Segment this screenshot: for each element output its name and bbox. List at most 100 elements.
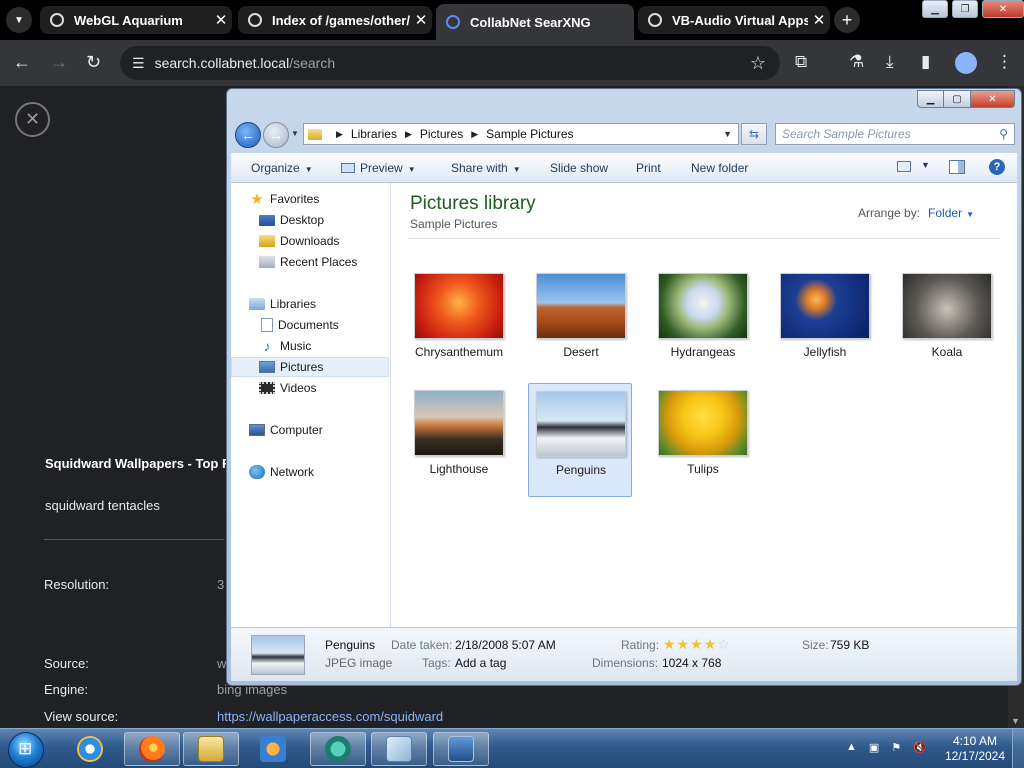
- reload-icon[interactable]: ↻: [86, 52, 101, 73]
- rating-star-icon[interactable]: ★: [704, 636, 718, 652]
- new-tab-button[interactable]: +: [834, 7, 860, 33]
- file-item[interactable]: Chrysanthemum: [407, 266, 511, 380]
- refresh-button[interactable]: ⇆: [741, 123, 767, 145]
- date-taken-value[interactable]: 2/18/2008 5:07 AM: [455, 638, 556, 652]
- file-item[interactable]: Hydrangeas: [651, 266, 755, 380]
- tab-search-button[interactable]: ▼: [6, 7, 32, 33]
- explorer-address-bar[interactable]: ▶ Libraries ▶ Pictures ▶ Sample Pictures…: [303, 123, 739, 145]
- taskbar-notepad[interactable]: [371, 732, 427, 766]
- menu-kebab-icon[interactable]: ⋮: [996, 52, 1013, 72]
- nav-pictures[interactable]: Pictures: [231, 357, 389, 377]
- arrange-folder-dropdown[interactable]: Folder: [928, 206, 962, 220]
- nav-music[interactable]: ♪ Music: [231, 336, 389, 356]
- preview-button[interactable]: Preview ▼: [341, 161, 416, 175]
- breadcrumb-arrow-icon[interactable]: ▶: [336, 129, 343, 140]
- rating-stars[interactable]: ★★★★☆: [663, 636, 731, 653]
- maximize-button[interactable]: ▢: [944, 90, 971, 108]
- address-bar[interactable]: ☰ search.collabnet.local/search ☆: [120, 46, 780, 80]
- rating-star-icon[interactable]: ★: [690, 636, 704, 652]
- nav-computer[interactable]: Computer: [231, 420, 389, 440]
- taskbar-media-app[interactable]: [310, 732, 366, 766]
- tab-vb-audio[interactable]: VB-Audio Virtual Apps ✕: [638, 6, 830, 34]
- tab-index-games[interactable]: Index of /games/other/ ✕: [238, 6, 432, 34]
- show-desktop-button[interactable]: [1012, 729, 1024, 768]
- search-icon[interactable]: ⚲: [999, 127, 1008, 141]
- forward-arrow-icon[interactable]: →: [50, 52, 68, 73]
- breadcrumb-arrow-icon[interactable]: ▶: [405, 129, 412, 140]
- chevron-down-icon[interactable]: ▼: [921, 160, 930, 170]
- restore-button[interactable]: ❐: [952, 0, 978, 18]
- recent-pages-dropdown-icon[interactable]: ▼: [291, 129, 299, 138]
- slide-show-button[interactable]: Slide show: [550, 161, 608, 175]
- extensions-icon[interactable]: ⧉: [795, 52, 807, 72]
- breadcrumb-sample-pictures[interactable]: Sample Pictures: [486, 127, 573, 141]
- taskbar-internet-explorer[interactable]: [62, 732, 118, 766]
- nav-network[interactable]: Network: [231, 462, 389, 482]
- download-icon[interactable]: ⤓: [886, 52, 894, 72]
- file-item[interactable]: Lighthouse: [407, 383, 511, 497]
- computer-icon: [249, 424, 265, 436]
- labs-flask-icon[interactable]: ⚗: [849, 52, 864, 72]
- nav-downloads[interactable]: Downloads: [231, 231, 389, 251]
- tags-value[interactable]: Add a tag: [455, 656, 506, 670]
- start-button[interactable]: [8, 732, 44, 768]
- taskbar-explorer[interactable]: [183, 732, 239, 766]
- volume-muted-icon[interactable]: 🔇: [913, 741, 927, 754]
- breadcrumb-pictures[interactable]: Pictures: [420, 127, 463, 141]
- view-source-link[interactable]: https://wallpaperaccess.com/squidward: [217, 709, 443, 724]
- file-item[interactable]: Tulips: [651, 383, 755, 497]
- back-button[interactable]: ←: [235, 122, 261, 148]
- system-clock[interactable]: 4:10 AM 12/17/2024: [940, 734, 1010, 764]
- close-icon[interactable]: ✕: [210, 11, 232, 29]
- close-detail-button[interactable]: ✕: [15, 102, 50, 137]
- back-arrow-icon[interactable]: ←: [13, 52, 31, 73]
- chevron-down-icon[interactable]: ▼: [723, 129, 732, 139]
- scroll-down-icon[interactable]: ▼: [1011, 716, 1020, 726]
- preview-pane-icon[interactable]: [949, 160, 965, 174]
- result-title[interactable]: Squidward Wallpapers - Top F: [45, 456, 230, 471]
- close-window-button[interactable]: ✕: [971, 90, 1015, 108]
- nav-desktop[interactable]: Desktop: [231, 210, 389, 230]
- forward-button[interactable]: →: [263, 122, 289, 148]
- nav-videos[interactable]: Videos: [231, 378, 389, 398]
- share-with-button[interactable]: Share with ▼: [451, 161, 521, 175]
- bookmark-star-icon[interactable]: ☆: [750, 53, 766, 74]
- change-view-icon[interactable]: [897, 161, 911, 172]
- profile-avatar[interactable]: [955, 52, 977, 74]
- close-icon[interactable]: ✕: [410, 11, 432, 29]
- rating-star-icon[interactable]: ★: [663, 636, 677, 652]
- action-center-flag-icon[interactable]: ⚑: [891, 741, 901, 754]
- minimize-button[interactable]: ▁: [922, 0, 948, 18]
- nav-favorites[interactable]: ★ Favorites: [231, 189, 389, 209]
- file-item[interactable]: Jellyfish: [773, 266, 877, 380]
- rating-star-icon[interactable]: ★: [677, 636, 691, 652]
- taskbar-media-player[interactable]: [245, 732, 301, 766]
- close-window-button[interactable]: ✕: [982, 0, 1024, 18]
- organize-button[interactable]: Organize ▼: [251, 161, 313, 175]
- rating-star-icon[interactable]: ☆: [717, 636, 731, 652]
- tab-webgl-aquarium[interactable]: WebGL Aquarium ✕: [40, 6, 232, 34]
- nav-documents[interactable]: Documents: [231, 315, 389, 335]
- nav-recent-places[interactable]: Recent Places: [231, 252, 389, 272]
- network-tray-icon[interactable]: ▣: [869, 741, 879, 754]
- close-icon[interactable]: ✕: [808, 11, 830, 29]
- new-folder-button[interactable]: New folder: [691, 161, 748, 175]
- file-item[interactable]: Desert: [529, 266, 633, 380]
- tab-collabnet-searxng[interactable]: CollabNet SearXNG: [436, 4, 634, 40]
- tab-label: WebGL Aquarium: [74, 12, 183, 28]
- chevron-down-icon[interactable]: ▼: [966, 210, 974, 219]
- site-info-icon[interactable]: ☰: [132, 55, 145, 72]
- file-item[interactable]: Koala: [895, 266, 999, 380]
- nav-libraries[interactable]: Libraries: [231, 294, 389, 314]
- taskbar-remote-desktop[interactable]: [433, 732, 489, 766]
- breadcrumb-libraries[interactable]: Libraries: [351, 127, 397, 141]
- print-button[interactable]: Print: [636, 161, 661, 175]
- side-panel-icon[interactable]: ▮: [921, 52, 930, 72]
- breadcrumb-arrow-icon[interactable]: ▶: [471, 129, 478, 140]
- taskbar-firefox[interactable]: [124, 732, 180, 766]
- minimize-button[interactable]: ▁: [917, 90, 944, 108]
- show-hidden-icons-chevron-icon[interactable]: ▲: [846, 741, 857, 754]
- explorer-search-input[interactable]: Search Sample Pictures ⚲: [775, 123, 1015, 145]
- help-icon[interactable]: ?: [989, 159, 1005, 175]
- file-item-selected[interactable]: Penguins: [528, 383, 632, 497]
